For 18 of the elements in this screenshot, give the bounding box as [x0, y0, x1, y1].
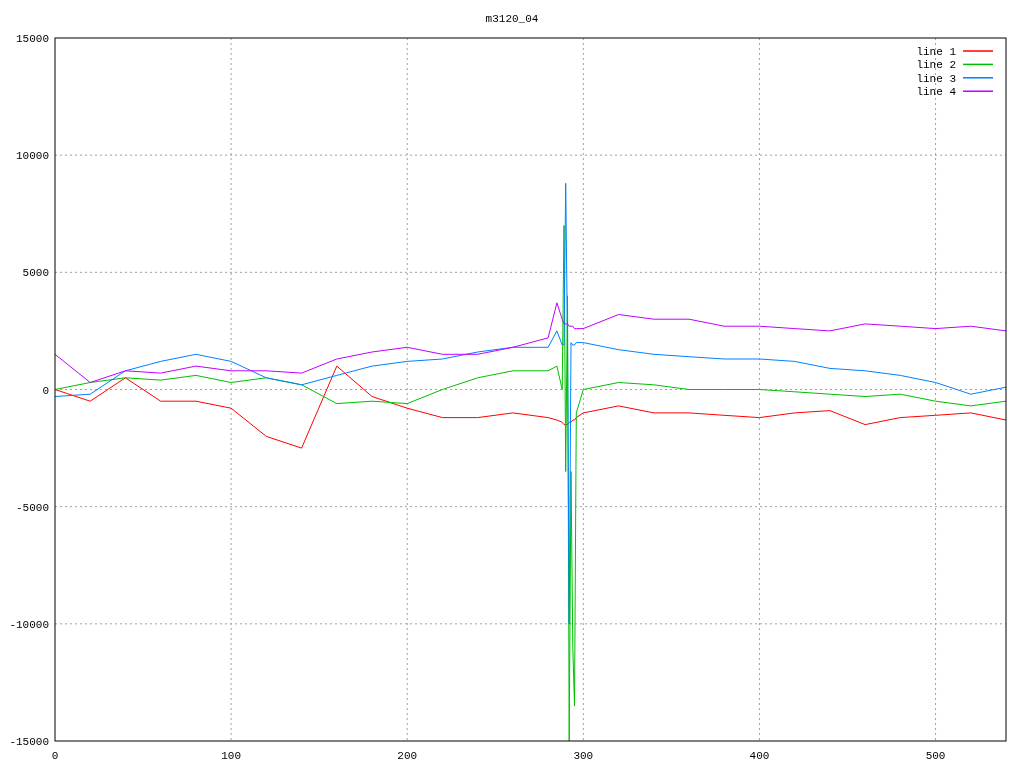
tick-label: -15000: [9, 736, 49, 748]
tick-label: 100: [221, 750, 241, 762]
tick-label: 5000: [22, 267, 49, 280]
tick-label: 400: [749, 750, 770, 762]
chart-title: m3120_04: [485, 13, 539, 25]
legend-label: line 3: [916, 72, 956, 85]
tick-label: 10000: [16, 150, 49, 163]
tick-label: 15000: [16, 33, 49, 45]
tick-label: 0: [42, 384, 49, 397]
tick-label: -5000: [16, 501, 49, 514]
tick-label: 200: [397, 750, 418, 762]
legend-label: line 4: [916, 86, 956, 99]
legend-label: line 1: [916, 46, 956, 58]
tick-label: 300: [573, 750, 594, 762]
legend-label: line 2: [916, 59, 956, 72]
tick-label: 0: [51, 750, 59, 762]
tick-label: 500: [925, 750, 946, 762]
tick-label: -10000: [9, 618, 49, 631]
